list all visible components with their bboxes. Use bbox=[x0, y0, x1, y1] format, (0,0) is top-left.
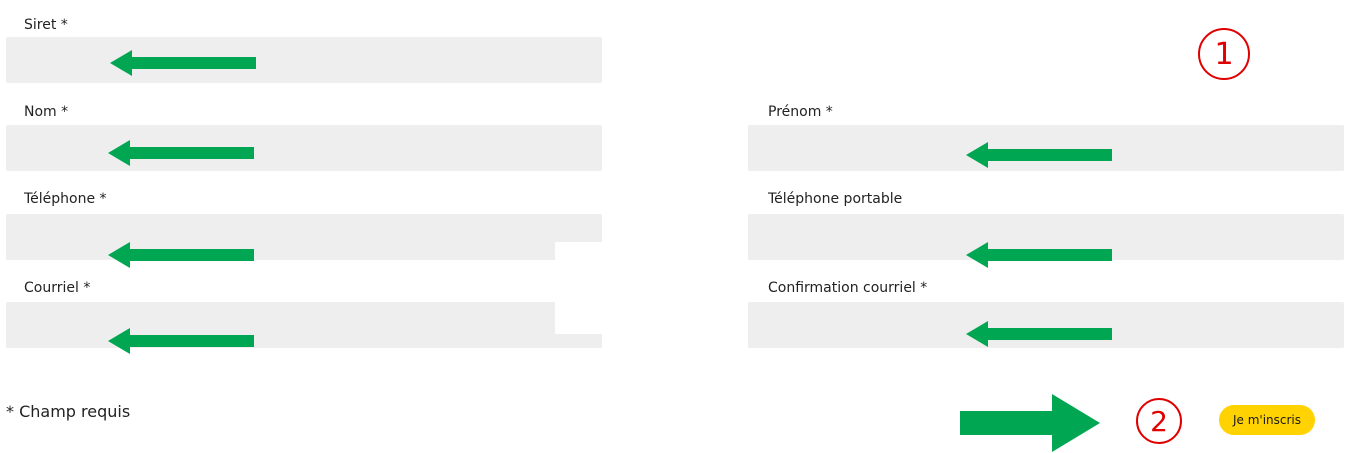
submit-button[interactable]: Je m'inscris bbox=[1219, 405, 1315, 435]
redaction-mask bbox=[555, 242, 607, 334]
prenom-label: Prénom * bbox=[768, 104, 833, 120]
step-2-badge: 2 bbox=[1136, 398, 1182, 444]
courriel-input[interactable] bbox=[6, 302, 602, 348]
telephone-label: Téléphone * bbox=[24, 191, 107, 207]
siret-input[interactable] bbox=[6, 37, 602, 83]
nom-input[interactable] bbox=[6, 125, 602, 171]
step-2-number: 2 bbox=[1150, 404, 1168, 438]
telephone-portable-label: Téléphone portable bbox=[768, 191, 903, 207]
arrow-left-icon bbox=[108, 140, 254, 166]
courriel-label: Courriel * bbox=[24, 280, 91, 296]
nom-label: Nom * bbox=[24, 104, 69, 120]
arrow-left-icon bbox=[966, 321, 1112, 347]
arrow-left-icon bbox=[108, 328, 254, 354]
confirmation-courriel-label: Confirmation courriel * bbox=[768, 280, 928, 296]
step-1-number: 1 bbox=[1214, 36, 1234, 72]
arrow-left-icon bbox=[966, 142, 1112, 168]
arrow-left-icon bbox=[110, 50, 256, 76]
arrow-left-icon bbox=[966, 242, 1112, 268]
arrow-left-icon bbox=[108, 242, 254, 268]
siret-label: Siret * bbox=[24, 17, 68, 33]
arrow-right-icon bbox=[960, 394, 1100, 452]
required-fields-note: * Champ requis bbox=[6, 402, 131, 421]
step-1-badge: 1 bbox=[1198, 28, 1250, 80]
telephone-input[interactable] bbox=[6, 214, 602, 260]
